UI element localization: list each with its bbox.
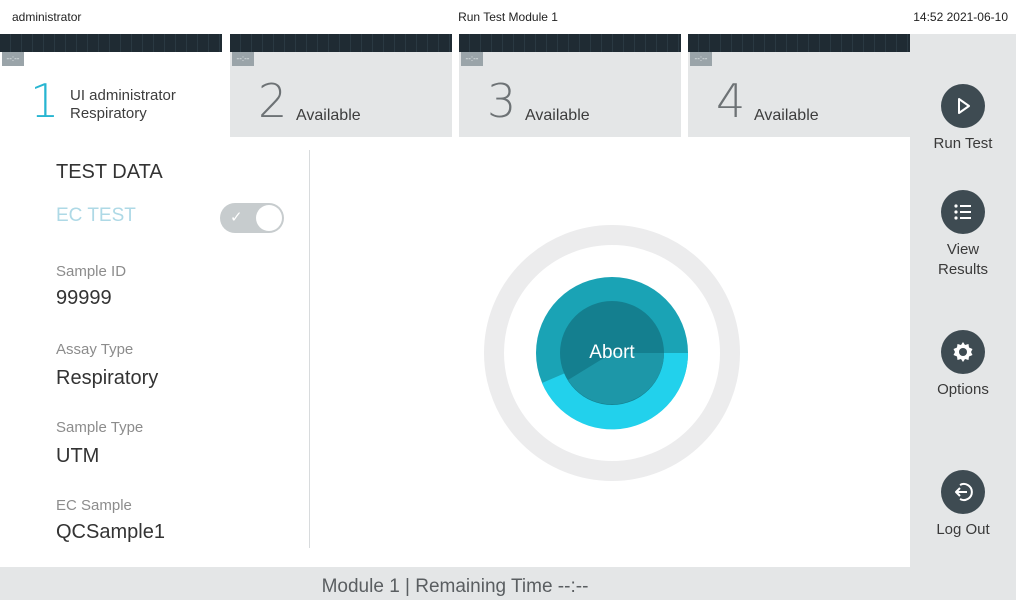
tab-number: 4: [716, 74, 746, 128]
status-bar: administrator Run Test Module 1 14:52 20…: [0, 0, 1016, 34]
gear-icon: [941, 330, 985, 374]
tab-module-2[interactable]: --:-- 2 Available: [230, 34, 452, 137]
options-button[interactable]: Options: [910, 330, 1016, 400]
options-label: Options: [937, 381, 989, 398]
tab-module-1[interactable]: --:-- 1 UI administrator Respiratory: [0, 34, 222, 137]
sample-type-label: Sample Type: [56, 419, 144, 436]
tab-label: Available: [525, 107, 590, 124]
test-data-panel: TEST DATA EC TEST ✓ Sample ID 99999 Assa…: [0, 137, 310, 567]
tab-module-4[interactable]: --:-- 4 Available: [688, 34, 910, 137]
test-data-heading: TEST DATA: [56, 161, 163, 183]
window-title: Run Test Module 1: [458, 10, 558, 24]
check-icon: ✓: [230, 209, 243, 226]
tab-label: Available: [296, 107, 361, 124]
list-icon: [941, 190, 985, 234]
run-test-label: Run Test: [933, 135, 993, 152]
tab-user-name: UI administrator: [70, 87, 176, 104]
abort-button[interactable]: Abort: [536, 277, 688, 429]
panel-divider: [309, 150, 310, 548]
tab-status-stripe: [0, 34, 222, 52]
tab-label: UI administrator Respiratory: [70, 87, 176, 123]
ec-sample-label: EC Sample: [56, 497, 132, 514]
tab-module-3[interactable]: --:-- 3 Available: [459, 34, 681, 137]
tab-status-stripe: [459, 34, 681, 52]
view-results-label-line2: Results: [937, 261, 989, 278]
abort-control: Abort: [484, 225, 740, 481]
abort-label: Abort: [589, 342, 635, 363]
play-icon: [941, 84, 985, 128]
module-tabs: --:-- 1 UI administrator Respiratory --:…: [0, 34, 910, 137]
toggle-knob: [256, 205, 282, 231]
sample-id-value: 99999: [56, 287, 112, 309]
date-time: 14:52 2021-06-10: [913, 10, 1008, 24]
log-out-button[interactable]: Log Out: [910, 470, 1016, 540]
view-results-label-line1: View: [946, 241, 980, 258]
tab-status-stripe: [230, 34, 452, 52]
sample-id-label: Sample ID: [56, 263, 127, 280]
assay-type-label: Assay Type: [56, 341, 134, 358]
tab-label: Available: [754, 107, 819, 124]
sample-type-value: UTM: [56, 445, 100, 467]
tab-number: 1: [30, 74, 60, 128]
tab-time-badge: --:--: [690, 52, 712, 66]
tab-assay-name: Respiratory: [70, 105, 147, 122]
run-test-button[interactable]: Run Test: [910, 84, 1016, 154]
ec-test-toggle[interactable]: ✓: [220, 203, 284, 233]
tab-time-badge: --:--: [2, 52, 24, 66]
tab-time-badge: --:--: [232, 52, 254, 66]
tab-number: 3: [487, 74, 517, 128]
view-results-label: View Results: [910, 240, 1016, 280]
view-results-button[interactable]: View Results: [910, 190, 1016, 280]
module-status-footer: Module 1 | Remaining Time --:--: [0, 567, 910, 600]
ec-sample-value: QCSample1: [56, 521, 165, 543]
assay-type-value: Respiratory: [56, 367, 159, 389]
action-sidebar: Run Test View Results Options Log Out: [910, 34, 1016, 600]
tab-status-stripe: [688, 34, 910, 52]
tab-time-badge: --:--: [461, 52, 483, 66]
ec-test-label: EC TEST: [56, 205, 136, 226]
logout-icon: [941, 470, 985, 514]
log-out-label: Log Out: [936, 521, 990, 538]
tab-number: 2: [258, 74, 288, 128]
